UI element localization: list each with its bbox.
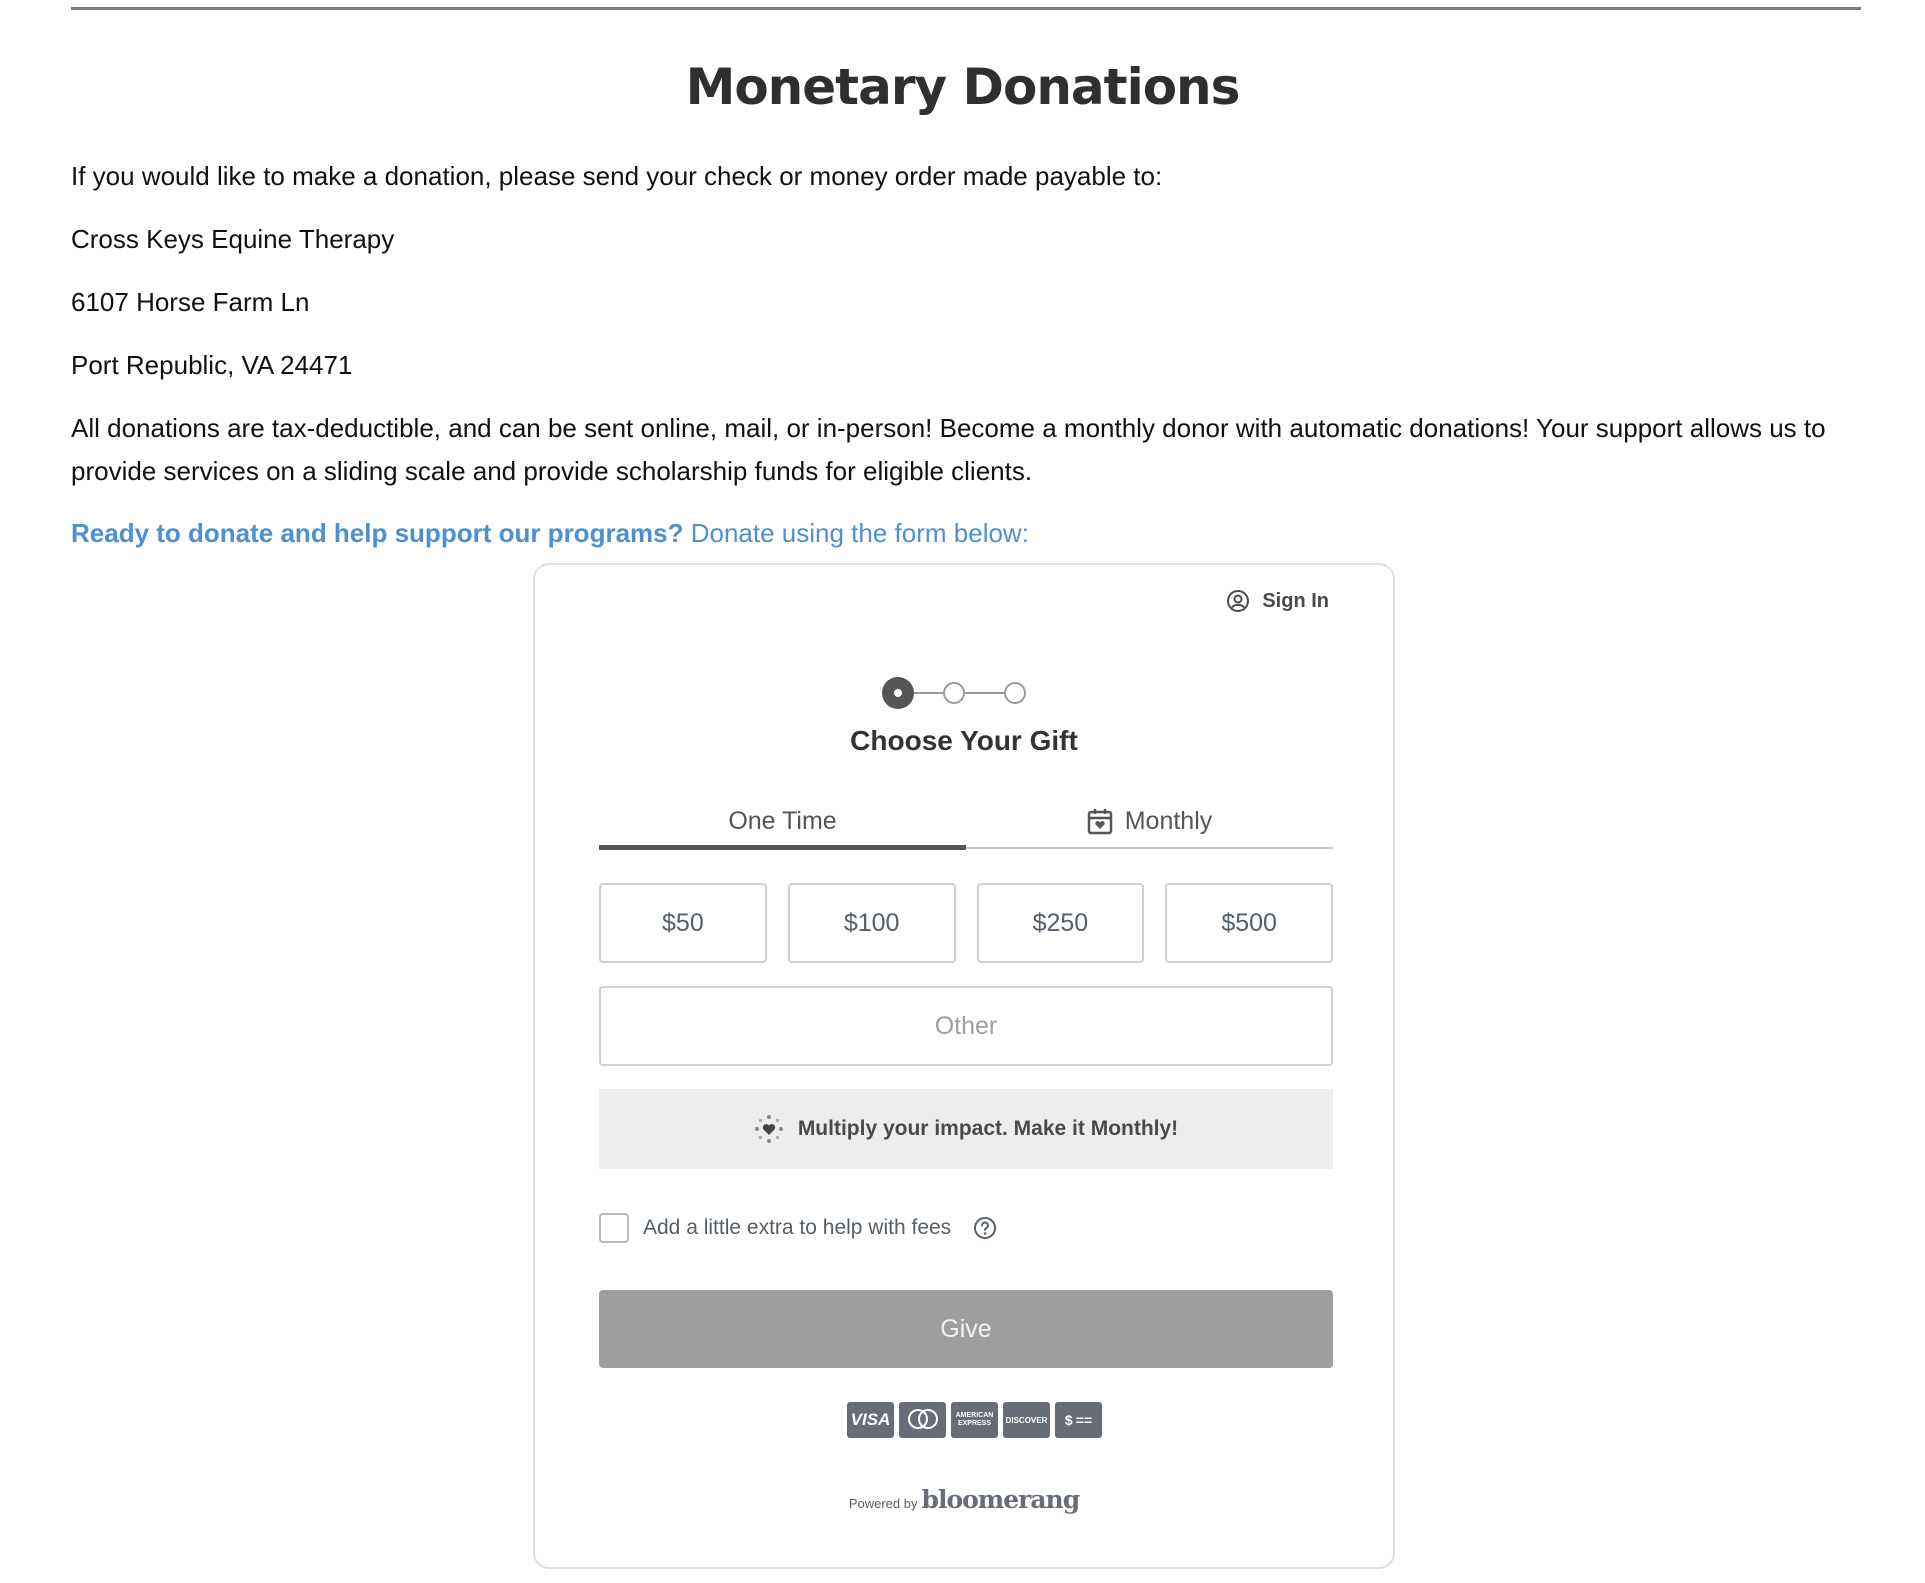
step-title: Choose Your Gift xyxy=(850,725,1078,756)
amount-50-button[interactable]: $50 xyxy=(599,883,767,963)
donate-cta-rest: Donate using the form below: xyxy=(690,518,1029,548)
amex-card-icon: AMERICAN EXPRESS xyxy=(951,1402,998,1438)
amount-250-button[interactable]: $250 xyxy=(976,883,1145,963)
other-amount-input[interactable] xyxy=(599,986,1333,1066)
give-button[interactable]: Give xyxy=(599,1290,1333,1368)
amount-500-button[interactable]: $500 xyxy=(1165,883,1333,963)
donate-cta: Ready to donate and help support our pro… xyxy=(71,512,1029,555)
cash-lines: == xyxy=(1075,1412,1093,1428)
powered-by-footer: Powered by bloomerang xyxy=(535,1485,1393,1514)
tab-monthly-label: Monthly xyxy=(1124,806,1213,835)
tab-one-time[interactable]: One Time xyxy=(599,795,966,850)
make-monthly-banner[interactable]: Multiply your impact. Make it Monthly! xyxy=(599,1089,1333,1169)
tab-monthly[interactable]: Monthly xyxy=(966,795,1333,847)
cover-fees-label: Add a little extra to help with fees xyxy=(643,1216,952,1239)
make-monthly-label: Multiply your impact. Make it Monthly! xyxy=(797,1117,1179,1140)
address-name: Cross Keys Equine Therapy xyxy=(71,224,395,254)
donation-form: Sign In Choose Your Gift One Time Monthl… xyxy=(533,563,1395,1569)
discover-card-icon: DISCOVER xyxy=(1003,1402,1050,1438)
address-city: Port Republic, VA 24471 xyxy=(71,350,353,380)
bloomerang-logo[interactable]: bloomerang xyxy=(921,1485,1080,1514)
page-title: Monetary Donations xyxy=(685,58,1241,116)
mastercard-icon xyxy=(899,1402,946,1438)
donate-cta-bold: Ready to donate and help support our pro… xyxy=(71,518,684,548)
tab-one-time-label: One Time xyxy=(728,806,837,835)
cash-payment-icon: $ == xyxy=(1055,1402,1102,1438)
donation-info: All donations are tax-deductible, and ca… xyxy=(71,413,1826,486)
user-circle-icon xyxy=(1227,590,1250,612)
sign-in-link[interactable]: Sign In xyxy=(1226,589,1329,613)
progress-stepper xyxy=(535,673,1393,713)
powered-by-label: Powered by xyxy=(848,1496,918,1511)
frequency-tabs: One Time Monthly xyxy=(599,795,1333,850)
address-street: 6107 Horse Farm Ln xyxy=(71,287,310,317)
step-2 xyxy=(943,682,965,704)
visa-card-icon: VISA xyxy=(847,1402,894,1438)
sign-in-label: Sign In xyxy=(1262,589,1329,612)
intro-text: If you would like to make a donation, pl… xyxy=(71,161,1163,191)
amount-100-button[interactable]: $100 xyxy=(787,883,956,963)
cover-fees-checkbox[interactable] xyxy=(599,1213,629,1243)
question-circle-icon[interactable] xyxy=(973,1216,997,1240)
accepted-payment-methods: VISA AMERICAN EXPRESS DISCOVER $ == xyxy=(847,1402,1102,1438)
cover-fees-option: Add a little extra to help with fees xyxy=(599,1213,997,1243)
cash-symbol: $ xyxy=(1064,1412,1073,1428)
top-divider xyxy=(71,7,1861,10)
calendar-heart-icon xyxy=(1087,809,1112,835)
sparkle-heart-icon xyxy=(754,1115,783,1143)
amount-options: $50 $100 $250 $500 xyxy=(599,883,1333,963)
step-3 xyxy=(1004,682,1026,704)
